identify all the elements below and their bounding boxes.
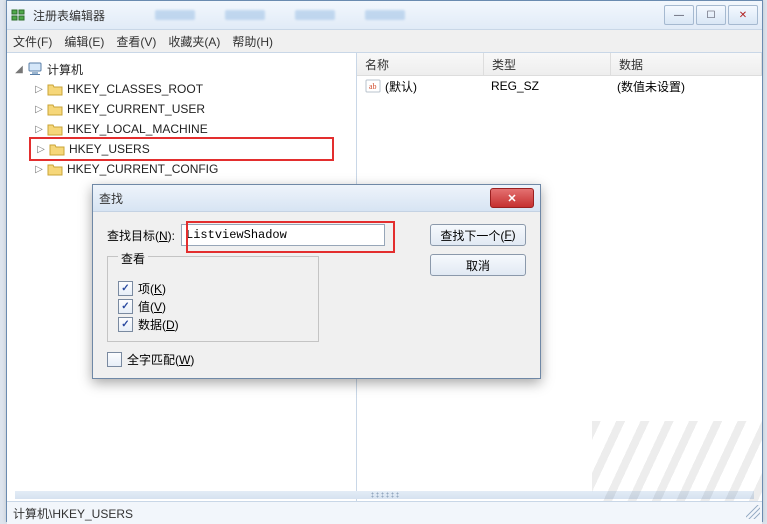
statusbar: 计算机\HKEY_USERS <box>7 501 762 524</box>
computer-icon <box>27 61 43 77</box>
expand-icon[interactable]: ▷ <box>33 104 45 115</box>
lookat-fieldset: 查看 项(K) 值(V) 数据(D) <box>107 256 319 342</box>
tree-root-label: 计算机 <box>47 61 83 78</box>
dialog-body: 查找目标(N): 查找下一个(F) 取消 查看 项(K) 值(V) 数据(D) <box>93 212 540 378</box>
find-dialog: 查找 ✕ 查找目标(N): 查找下一个(F) 取消 查看 项(K) 值(V) <box>92 184 541 379</box>
tree-item-hklm[interactable]: ▷ HKEY_LOCAL_MACHINE <box>9 119 354 139</box>
find-input[interactable] <box>181 224 385 246</box>
folder-icon <box>47 82 63 96</box>
expand-icon[interactable]: ▷ <box>33 124 45 135</box>
tree-label: HKEY_CLASSES_ROOT <box>67 82 203 96</box>
dialog-close-button[interactable]: ✕ <box>490 188 534 208</box>
checkbox-values-label: 值(V) <box>138 298 166 315</box>
checkbox-data[interactable] <box>118 317 133 332</box>
window-title: 注册表编辑器 <box>33 7 105 24</box>
menubar: 文件(F) 编辑(E) 查看(V) 收藏夹(A) 帮助(H) <box>7 30 762 53</box>
tree-item-hku[interactable]: ▷ HKEY_USERS <box>33 139 332 159</box>
folder-icon <box>47 102 63 116</box>
list-header: 名称 类型 数据 <box>357 53 762 76</box>
checkbox-whole-word-label: 全字匹配(W) <box>127 351 194 368</box>
string-value-icon: ab <box>365 79 381 93</box>
menu-edit[interactable]: 编辑(E) <box>64 33 104 50</box>
menu-file[interactable]: 文件(F) <box>13 33 52 50</box>
value-data: (数值未设置) <box>609 78 762 95</box>
dialog-titlebar[interactable]: 查找 ✕ <box>93 185 540 212</box>
menu-view[interactable]: 查看(V) <box>116 33 156 50</box>
fieldset-legend: 查看 <box>118 250 148 267</box>
expand-icon[interactable]: ▷ <box>35 144 47 155</box>
splitter-gripper[interactable] <box>15 491 754 499</box>
checkbox-data-label: 数据(D) <box>138 316 179 333</box>
tree-label: HKEY_CURRENT_USER <box>67 102 205 116</box>
titlebar[interactable]: 注册表编辑器 — ☐ ✕ <box>7 1 762 30</box>
tree-item-hkcr[interactable]: ▷ HKEY_CLASSES_ROOT <box>9 79 354 99</box>
checkbox-whole-word[interactable] <box>107 352 122 367</box>
col-type[interactable]: 类型 <box>484 53 611 75</box>
tree-label: HKEY_CURRENT_CONFIG <box>67 162 218 176</box>
folder-icon <box>47 122 63 136</box>
expand-icon[interactable]: ▷ <box>33 84 45 95</box>
folder-icon <box>47 162 63 176</box>
value-name: (默认) <box>385 78 417 95</box>
resize-grip-icon[interactable] <box>746 505 760 519</box>
regedit-icon <box>11 7 27 23</box>
expand-icon[interactable]: ▷ <box>33 164 45 175</box>
checkbox-values[interactable] <box>118 299 133 314</box>
minimize-button[interactable]: — <box>664 5 694 25</box>
checkbox-keys[interactable] <box>118 281 133 296</box>
folder-icon <box>49 142 65 156</box>
value-type: REG_SZ <box>483 79 609 93</box>
tree-item-hkcc[interactable]: ▷ HKEY_CURRENT_CONFIG <box>9 159 354 179</box>
tree-label: HKEY_USERS <box>69 142 150 156</box>
menu-help[interactable]: 帮助(H) <box>232 33 273 50</box>
collapse-icon[interactable]: ◢ <box>13 64 25 75</box>
dialog-title: 查找 <box>99 190 123 207</box>
tree-item-hkcu[interactable]: ▷ HKEY_CURRENT_USER <box>9 99 354 119</box>
tree-highlight: ▷ HKEY_USERS <box>29 137 334 161</box>
svg-text:ab: ab <box>369 82 377 91</box>
close-icon: ✕ <box>507 192 516 205</box>
titlebar-blur <box>155 10 664 20</box>
cancel-button[interactable]: 取消 <box>430 254 526 276</box>
status-path: 计算机\HKEY_USERS <box>13 505 133 522</box>
checkbox-keys-label: 项(K) <box>138 280 166 297</box>
tree-label: HKEY_LOCAL_MACHINE <box>67 122 208 136</box>
menu-favorites[interactable]: 收藏夹(A) <box>168 33 220 50</box>
list-row[interactable]: ab (默认) REG_SZ (数值未设置) <box>357 76 762 96</box>
find-next-button[interactable]: 查找下一个(F) <box>430 224 526 246</box>
col-name[interactable]: 名称 <box>357 53 484 75</box>
find-label: 查找目标(N): <box>107 227 175 244</box>
tree-root[interactable]: ◢ 计算机 <box>9 59 354 79</box>
close-button[interactable]: ✕ <box>728 5 758 25</box>
maximize-button[interactable]: ☐ <box>696 5 726 25</box>
col-data[interactable]: 数据 <box>611 53 762 75</box>
